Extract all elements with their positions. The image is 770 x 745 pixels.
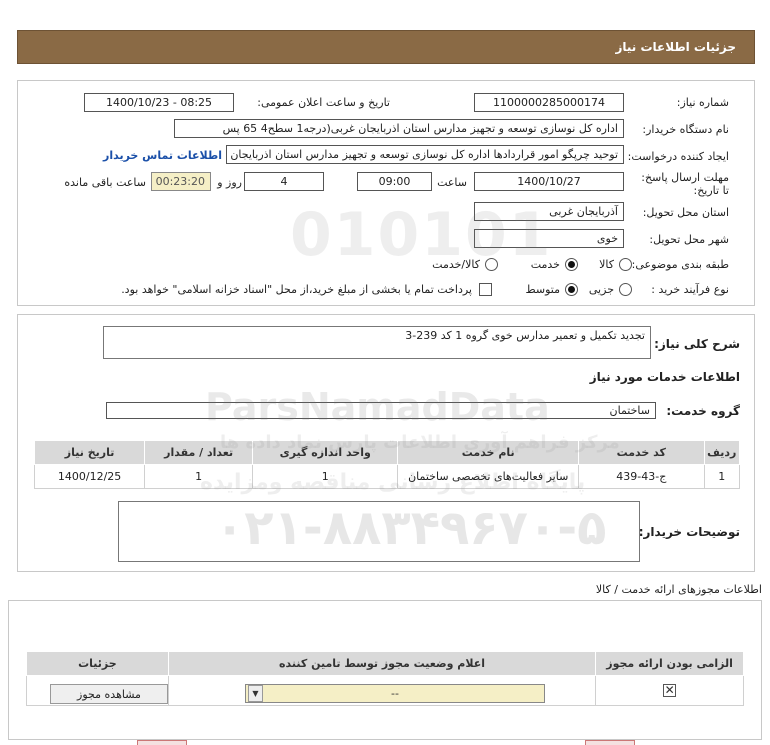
permits-table-header: الزامی بودن ارائه مجوز اعلام وضعیت مجوز …	[26, 651, 744, 676]
city-label: شهر محل تحویل:	[649, 233, 729, 246]
cell-row: 1	[703, 464, 741, 489]
summary-label: شرح کلی نیاز:	[654, 337, 740, 351]
col-unit: واحد اندازه گیری	[252, 440, 399, 465]
cell-quantity: 1	[144, 464, 254, 489]
requester-label: ایجاد کننده درخواست:	[627, 150, 729, 163]
category-radio-goods-service[interactable]	[485, 258, 498, 271]
city-field: خوی	[474, 229, 624, 248]
col-row: ردیف	[703, 440, 741, 465]
category-option-goods: کالا	[599, 258, 614, 271]
buyer-org-label: نام دستگاه خریدار:	[642, 123, 729, 136]
process-option-minor: جزیی	[588, 283, 614, 296]
requester-field: توحید چرپگو امور قراردادها اداره کل نوسا…	[226, 145, 624, 164]
cell-need-date: 1400/12/25	[33, 464, 146, 489]
cell-service-name: سایر فعالیت‌های تخصصی ساختمان	[397, 464, 579, 489]
process-radio-minor[interactable]	[619, 283, 632, 296]
need-number-label: شماره نیاز:	[676, 96, 729, 109]
table-row: 1 ج-43-439 سایر فعالیت‌های تخصصی ساختمان…	[33, 464, 741, 489]
treasury-payment-checkbox[interactable]	[479, 283, 492, 296]
cell-service-code: ج-43-439	[578, 464, 705, 489]
announce-label: تاریخ و ساعت اعلان عمومی:	[257, 96, 390, 109]
remaining-time-field: 00:23:20	[151, 172, 211, 191]
page-header: جزئیات اطلاعات نیاز	[17, 30, 755, 64]
details-panel: شماره نیاز: 1100000285000174 تاریخ و ساع…	[17, 80, 755, 306]
process-option-medium: متوسط	[525, 283, 560, 296]
col-quantity: تعداد / مقدار	[144, 440, 254, 465]
service-group-field: ساختمان	[106, 402, 656, 419]
view-permit-button[interactable]: مشاهده مجوز	[50, 684, 168, 704]
announce-field: 1400/10/23 - 08:25	[84, 93, 234, 112]
contact-buyer-link[interactable]: اطلاعات تماس خریدار	[103, 149, 222, 162]
category-radio-goods[interactable]	[619, 258, 632, 271]
deadline-date-field: 1400/10/27	[474, 172, 624, 191]
col-service-name: نام خدمت	[397, 440, 579, 465]
need-panel: شرح کلی نیاز: تجدید تکمیل و تعمیر مدارس …	[17, 314, 755, 572]
services-heading: اطلاعات خدمات مورد نیاز	[589, 370, 740, 384]
process-radio-medium[interactable]	[565, 283, 578, 296]
bottom-button-left[interactable]	[137, 740, 187, 745]
time-label: ساعت	[437, 176, 467, 189]
days-field: 4	[244, 172, 324, 191]
days-label: روز و	[217, 176, 242, 189]
cell-unit: 1	[252, 464, 399, 489]
province-field: آذربایجان غربی	[474, 202, 624, 221]
col-permit-required: الزامی بودن ارائه مجوز	[595, 651, 744, 676]
required-checkbox-icon: ✕	[663, 683, 677, 697]
category-option-service: خدمت	[530, 258, 560, 271]
page-title: جزئیات اطلاعات نیاز	[615, 40, 736, 54]
dropdown-arrow-icon[interactable]: ▼	[248, 685, 263, 702]
need-number-field: 1100000285000174	[474, 93, 624, 112]
remaining-label: ساعت باقی مانده	[64, 176, 146, 189]
service-group-label: گروه خدمت:	[666, 404, 740, 418]
buyer-notes-field	[118, 501, 640, 562]
col-need-date: تاریخ نیاز	[33, 440, 146, 465]
col-permit-details: جزئیات	[26, 651, 169, 676]
bottom-button-right[interactable]	[585, 740, 635, 745]
col-service-code: کد خدمت	[578, 440, 705, 465]
summary-field: تجدید تکمیل و تعمیر مدارس خوی گروه 1 کد …	[103, 326, 651, 359]
permits-heading: اطلاعات مجوزهای ارائه خدمت / کالا	[595, 583, 762, 596]
category-label: طبقه بندی موضوعی:	[631, 258, 729, 271]
treasury-payment-note: پرداخت تمام یا بخشی از مبلغ خرید،از محل …	[121, 283, 472, 296]
province-label: استان محل تحویل:	[642, 206, 729, 219]
buyer-org-field: اداره کل نوسازی توسعه و تجهیز مدارس استا…	[174, 119, 624, 138]
process-label: نوع فرآیند خرید :	[651, 283, 729, 296]
deadline-label: مهلت ارسال پاسخ: تا تاریخ:	[641, 171, 729, 197]
category-option-goods-service: کالا/خدمت	[432, 258, 480, 271]
cell-permit-required: ✕	[595, 675, 744, 706]
permit-status-select[interactable]: --	[245, 684, 545, 703]
services-table-header: ردیف کد خدمت نام خدمت واحد اندازه گیری ت…	[33, 440, 741, 465]
services-table: ردیف کد خدمت نام خدمت واحد اندازه گیری ت…	[33, 440, 741, 489]
permits-panel: الزامی بودن ارائه مجوز اعلام وضعیت مجوز …	[8, 600, 762, 740]
category-radio-service[interactable]	[565, 258, 578, 271]
buyer-notes-label: توضیحات خریدار:	[638, 525, 740, 539]
deadline-time-field: 09:00	[357, 172, 432, 191]
col-permit-status: اعلام وضعیت مجوز توسط تامین کننده	[167, 651, 597, 676]
